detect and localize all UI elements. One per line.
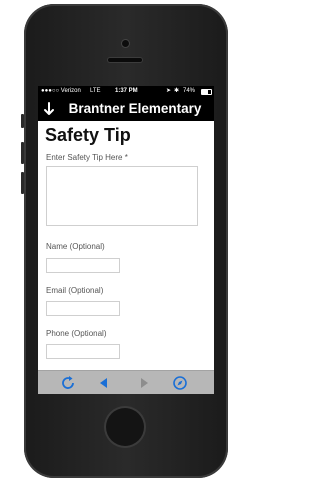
carrier-label: ●●●○○ Verizon xyxy=(41,88,81,94)
back-icon[interactable] xyxy=(96,375,112,391)
compass-icon[interactable] xyxy=(172,375,188,391)
screen: ●●●○○ Verizon LTE 1:37 PM ➤ ✱ 74% Brantn… xyxy=(38,86,214,394)
email-label: Email (Optional) xyxy=(46,286,104,295)
tip-label: Enter Safety Tip Here * xyxy=(46,153,128,162)
front-camera xyxy=(122,40,129,47)
volume-down-button xyxy=(21,172,24,194)
phone-label: Phone (Optional) xyxy=(46,329,107,338)
tip-textarea[interactable] xyxy=(46,166,198,226)
email-input[interactable] xyxy=(46,301,120,316)
down-arrow-icon[interactable] xyxy=(42,101,56,117)
bluetooth-icon: ✱ xyxy=(174,88,180,94)
earpiece-speaker xyxy=(108,58,142,62)
location-icon: ➤ xyxy=(166,88,172,94)
phone-input[interactable] xyxy=(46,344,120,359)
battery-icon xyxy=(201,89,212,95)
name-input[interactable] xyxy=(46,258,120,273)
nav-bar: Brantner Elementary xyxy=(38,97,214,121)
browser-toolbar xyxy=(38,370,214,394)
network-label: LTE xyxy=(90,88,101,94)
nav-title: Brantner Elementary xyxy=(68,101,202,116)
battery-percent: 74% xyxy=(183,88,196,94)
volume-up-button xyxy=(21,142,24,164)
mute-switch xyxy=(21,114,24,128)
reload-icon[interactable] xyxy=(60,375,76,391)
forward-icon xyxy=(141,378,148,388)
clock: 1:37 PM xyxy=(115,88,138,94)
page-title: Safety Tip xyxy=(45,125,131,145)
status-bar: ●●●○○ Verizon LTE 1:37 PM ➤ ✱ 74% xyxy=(38,86,214,97)
home-button[interactable] xyxy=(106,408,144,446)
name-label: Name (Optional) xyxy=(46,242,105,251)
